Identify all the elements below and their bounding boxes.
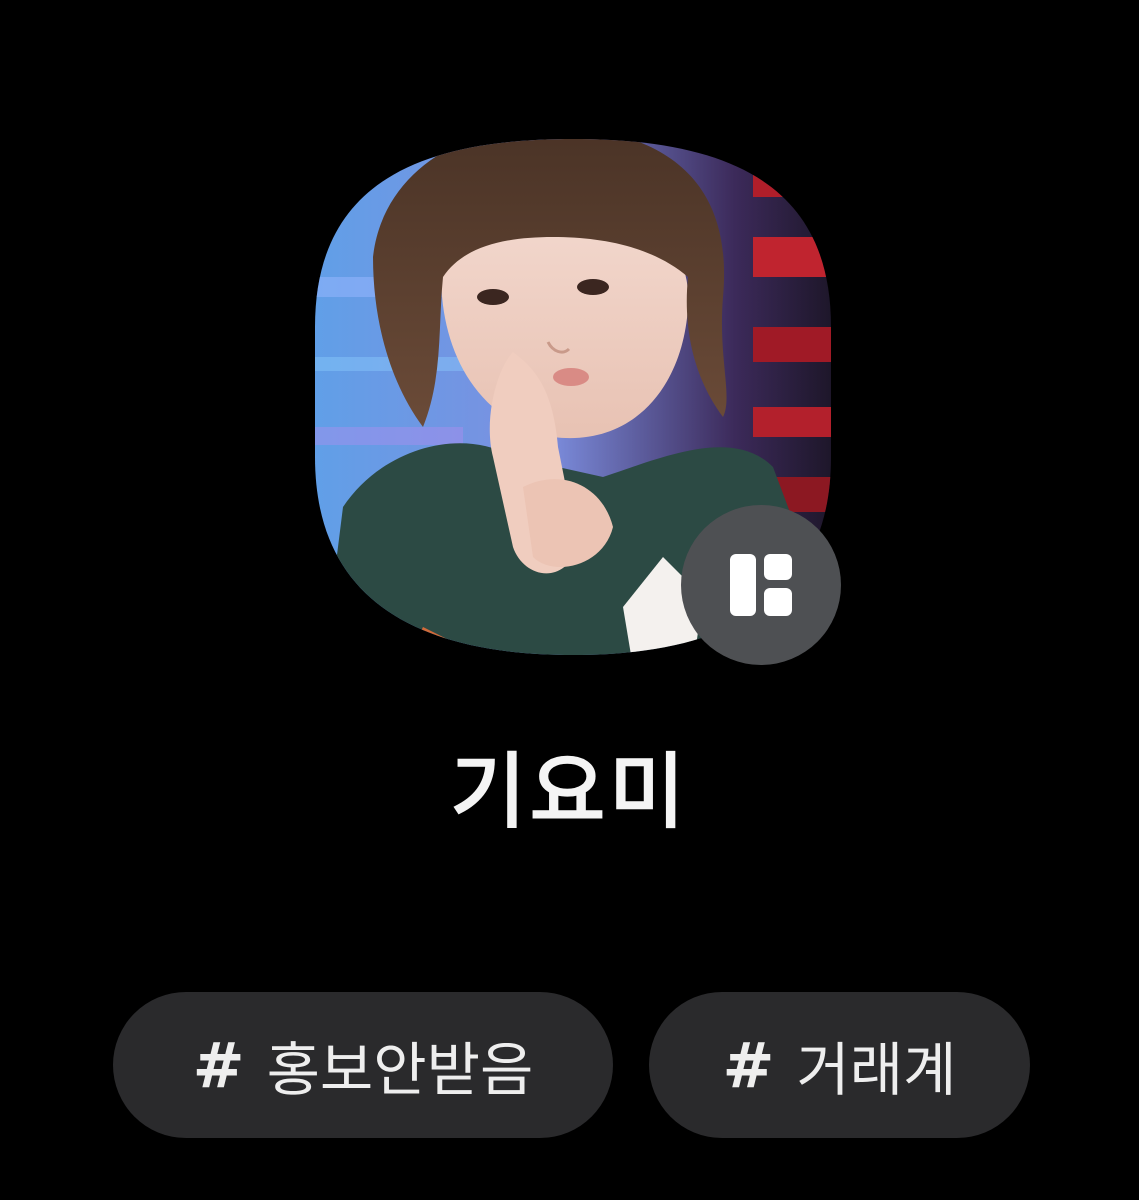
tag-list: # 홍보안받음 # 거래계 — [0, 992, 1139, 1140]
hash-icon: # — [192, 1028, 245, 1102]
tag-chip[interactable]: # 홍보안받음 — [113, 992, 613, 1138]
tag-label: 거래계 — [796, 1036, 957, 1104]
hash-icon: # — [722, 1028, 775, 1102]
tag-label: 홍보안받음 — [266, 1036, 534, 1104]
layout-badge-button[interactable] — [681, 505, 841, 665]
profile-name: 기요미 — [450, 745, 689, 840]
tag-chip[interactable]: # 거래계 — [649, 992, 1030, 1138]
profile-avatar-container[interactable] — [303, 127, 843, 667]
layout-grid-icon — [730, 554, 792, 616]
